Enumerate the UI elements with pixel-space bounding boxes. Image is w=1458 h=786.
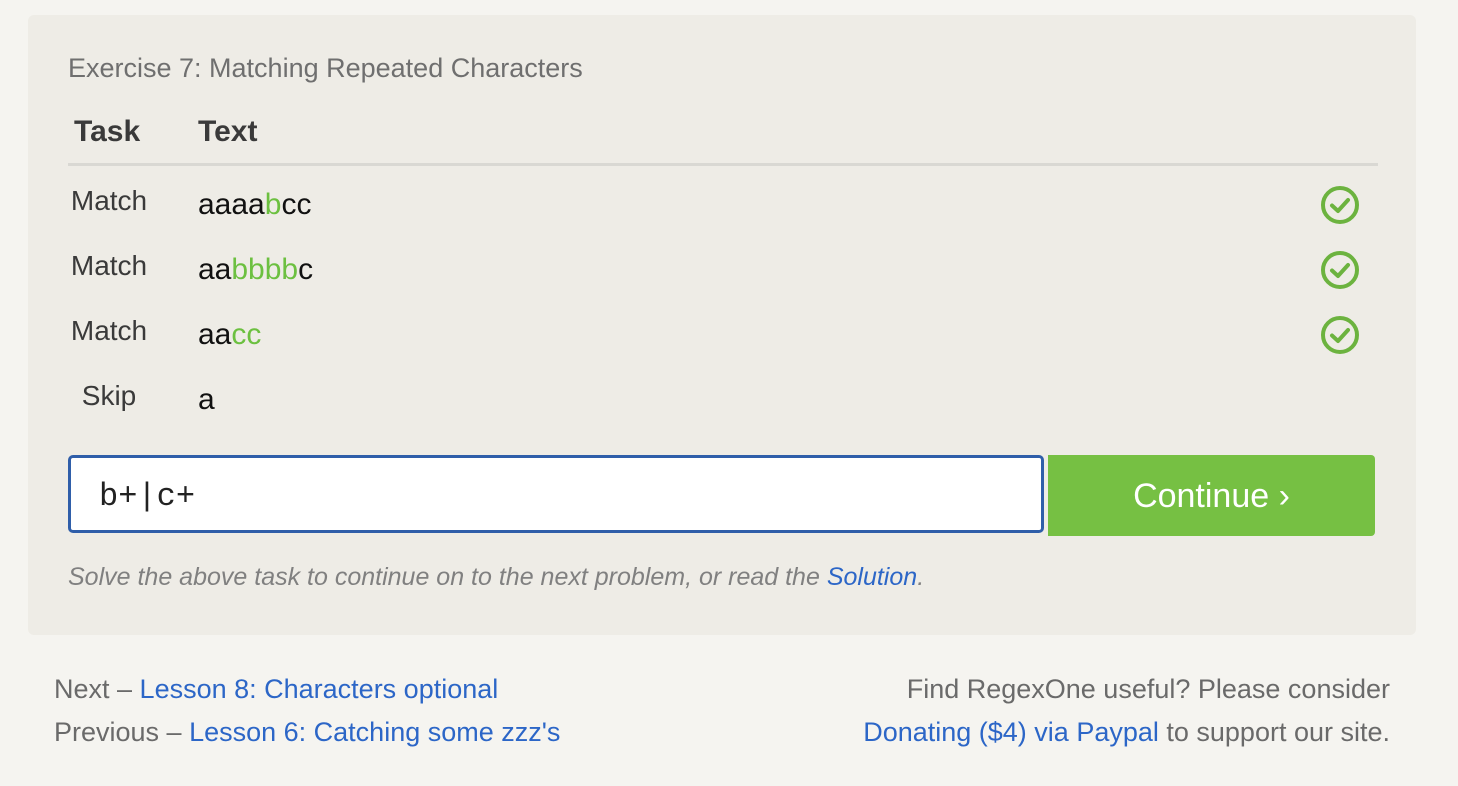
lesson-navigation: Next – Lesson 8: Characters optional Pre…: [54, 668, 560, 754]
donate-link[interactable]: Donating ($4) via Paypal: [863, 717, 1159, 747]
task-column-header: Task: [74, 115, 141, 148]
donate-suffix: to support our site.: [1158, 717, 1390, 747]
donation-note: Find RegexOne useful? Please consider Do…: [863, 668, 1390, 754]
row-task-label: Match: [70, 315, 148, 346]
table-row: Match aacc: [68, 315, 1378, 365]
check-circle-icon: [1321, 186, 1359, 224]
next-lesson-link[interactable]: Lesson 8: Characters optional: [140, 674, 499, 704]
solution-link[interactable]: Solution: [827, 563, 917, 591]
hint-message: Solve the above task to continue on to t…: [68, 563, 827, 591]
row-text: a: [198, 383, 215, 417]
donate-line: Donating ($4) via Paypal to support our …: [863, 711, 1390, 754]
row-text: aacc: [198, 318, 261, 352]
check-circle-icon: [1321, 251, 1359, 289]
regex-input[interactable]: [99, 478, 999, 515]
table-row: Match aabbbbc: [68, 250, 1378, 300]
table-row: Match aaaabcc: [68, 185, 1378, 235]
text-segment: c: [298, 253, 314, 286]
text-segment: aaaa: [198, 188, 265, 221]
text-segment: aa: [198, 253, 232, 286]
donate-prompt: Find RegexOne useful? Please consider: [906, 674, 1390, 704]
matched-segment: b: [264, 188, 282, 221]
row-text: aabbbbc: [198, 253, 313, 287]
text-column-header: Text: [198, 115, 258, 148]
previous-lesson-link[interactable]: Lesson 6: Catching some zzz's: [189, 717, 560, 747]
row-text: aaaabcc: [198, 188, 311, 222]
exercise-panel: Exercise 7: Matching Repeated Characters…: [28, 15, 1416, 635]
hint-end: .: [917, 563, 925, 591]
table-header: Task Text: [68, 113, 1378, 166]
next-prefix: Next –: [54, 674, 140, 704]
row-task-label: Match: [70, 250, 148, 281]
row-task-label: Match: [70, 185, 148, 216]
text-segment: aa: [198, 318, 232, 351]
next-lesson-line: Next – Lesson 8: Characters optional: [54, 668, 560, 711]
text-segment: a: [198, 383, 215, 416]
table-row: Skip a: [68, 380, 1378, 430]
check-circle-icon: [1321, 316, 1359, 354]
regex-input-box[interactable]: [68, 455, 1044, 533]
previous-prefix: Previous –: [54, 717, 190, 747]
hint-text: Solve the above task to continue on to t…: [68, 563, 924, 592]
exercise-title: Exercise 7: Matching Repeated Characters: [68, 53, 583, 83]
previous-lesson-line: Previous – Lesson 6: Catching some zzz's: [54, 711, 560, 754]
matched-segment: cc: [231, 318, 262, 351]
row-task-label: Skip: [81, 380, 137, 411]
continue-button[interactable]: Continue ›: [1048, 455, 1375, 536]
matched-segment: bbbb: [231, 253, 299, 286]
text-segment: cc: [281, 188, 312, 221]
